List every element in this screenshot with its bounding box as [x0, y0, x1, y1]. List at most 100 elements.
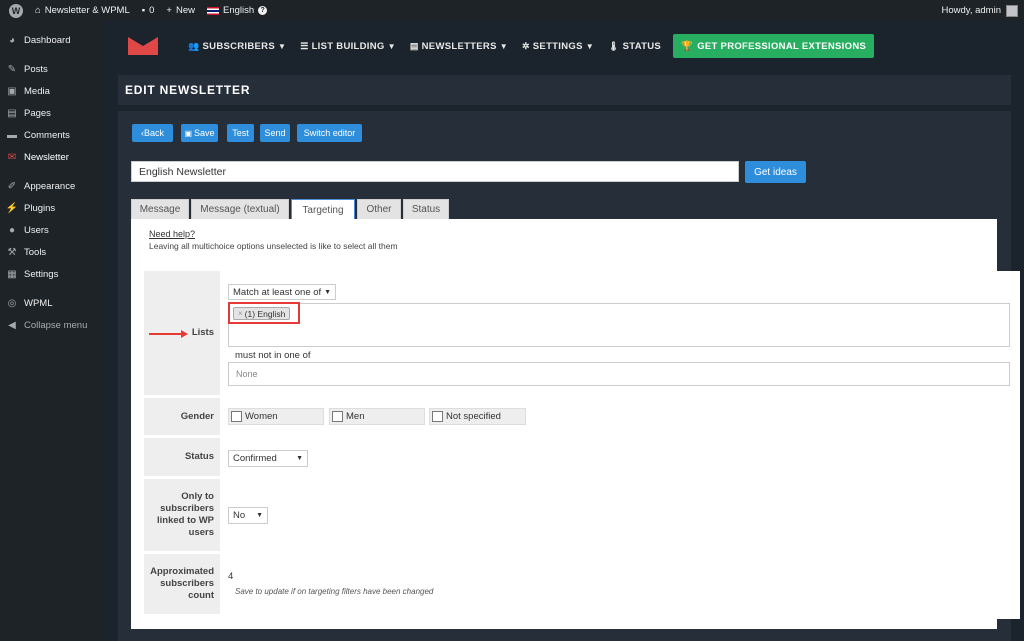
chevron-down-icon: ▼ [499, 41, 508, 51]
pro-label: GET PROFESSIONAL EXTENSIONS [697, 40, 867, 52]
avatar [1006, 4, 1018, 17]
chevron-down-icon: ▼ [277, 41, 287, 51]
howdy-text: Howdy, admin [941, 5, 1002, 16]
sidebar-item-label: Dashboard [24, 34, 71, 46]
comments-icon: ▬ [7, 129, 17, 141]
wp-users-value: No [233, 510, 246, 521]
users-icon: 👥 [188, 40, 200, 51]
tab-label: Status [411, 204, 441, 215]
sidebar-item-users[interactable]: ● Users [0, 219, 104, 241]
nav-label: SETTINGS [532, 40, 583, 52]
sidebar-item-media[interactable]: ▣ Media [0, 80, 104, 102]
site-name-link[interactable]: ⌂ Newsletter & WPML [29, 0, 136, 21]
tab-message[interactable]: Message [131, 199, 189, 219]
tab-status[interactable]: Status [403, 199, 449, 219]
save-button[interactable]: ▣ Save [181, 124, 218, 142]
sidebar-item-label: Media [24, 85, 50, 97]
match-select[interactable]: Match at least one of ▼ [228, 284, 336, 300]
sidebar-item-label: Appearance [24, 180, 76, 192]
not-in-label: must not in one of [235, 350, 311, 361]
sidebar-item-newsletter[interactable]: ✉ Newsletter [0, 146, 104, 168]
sidebar-item-label: Tools [24, 246, 47, 258]
count-label-text: Approximated subscribers count [150, 566, 214, 601]
switch-editor-button[interactable]: Switch editor [297, 124, 362, 142]
gear-icon: ✲ [521, 40, 530, 51]
tab-targeting[interactable]: Targeting [291, 199, 355, 220]
sidebar-item-comments[interactable]: ▬ Comments [0, 124, 104, 146]
newsletter-logo[interactable] [128, 37, 158, 55]
option-label: Men [346, 411, 365, 422]
chevron-down-icon: ▼ [585, 41, 594, 51]
sidebar-item-label: Comments [24, 129, 70, 141]
option-label: Not specified [446, 411, 501, 422]
chevron-down-icon: ▼ [387, 41, 396, 51]
nav-list-building[interactable]: ☰ LIST BUILDING ▼ [300, 41, 396, 52]
get-pro-extensions-button[interactable]: 🏆 GET PROFESSIONAL EXTENSIONS [673, 34, 875, 58]
lists-multiselect[interactable]: × (1) English [228, 303, 1010, 347]
need-help-link[interactable]: Need help? [149, 229, 195, 239]
tab-label: Targeting [302, 204, 344, 216]
sidebar-item-dashboard[interactable]: ◕ Dashboard [0, 29, 104, 51]
sidebar-item-posts[interactable]: ✎ Posts [0, 58, 104, 80]
nav-subscribers[interactable]: 👥 SUBSCRIBERS ▼ [188, 41, 286, 52]
wp-users-select[interactable]: No ▼ [228, 507, 268, 524]
status-select[interactable]: Confirmed ▼ [228, 450, 308, 467]
plus-icon: + [166, 5, 172, 16]
thermometer-icon: 🌡 [607, 40, 620, 51]
test-label: Test [232, 128, 249, 138]
red-arrow-head [181, 330, 188, 338]
sidebar-item-label: Plugins [24, 202, 56, 214]
red-highlight-box [228, 302, 300, 324]
new-content-menu[interactable]: + New [160, 0, 201, 21]
brush-icon: ✐ [7, 180, 17, 192]
sidebar-item-label: Posts [24, 63, 48, 75]
status-value: Confirmed [233, 453, 277, 464]
checkbox-icon [332, 411, 343, 422]
checkbox-icon [231, 411, 242, 422]
chevron-down-icon: ▼ [296, 455, 303, 462]
red-arrow [149, 333, 183, 335]
trophy-icon: 🏆 [681, 40, 694, 52]
admin-bar: W ⌂ Newsletter & WPML ▪ 0 + New English … [0, 0, 1024, 21]
switch-editor-label: Switch editor [303, 128, 356, 138]
wrench-icon: ⚒ [7, 246, 17, 258]
sidebar-item-label: Pages [24, 107, 51, 119]
not-in-placeholder: None [236, 369, 258, 379]
send-button[interactable]: Send [260, 124, 290, 142]
help-icon[interactable]: ? [258, 6, 268, 15]
comments-link[interactable]: ▪ 0 [136, 0, 161, 21]
tab-other[interactable]: Other [357, 199, 401, 219]
nav-status[interactable]: 🌡 STATUS [608, 41, 661, 52]
sidebar-item-tools[interactable]: ⚒ Tools [0, 241, 104, 263]
language-switcher[interactable]: English ? [201, 0, 273, 21]
sidebar-item-plugins[interactable]: ⚡ Plugins [0, 197, 104, 219]
subscriber-count: 4 [228, 571, 234, 582]
gender-men-checkbox[interactable]: Men [329, 408, 425, 425]
account-menu[interactable]: Howdy, admin [941, 4, 1024, 17]
count-note: Save to update if on targeting filters h… [235, 587, 434, 596]
comment-bubble-icon: ▪ [141, 5, 146, 16]
comments-count: 0 [149, 5, 155, 16]
sidebar-item-appearance[interactable]: ✐ Appearance [0, 175, 104, 197]
test-button[interactable]: Test [227, 124, 254, 142]
gender-not-specified-checkbox[interactable]: Not specified [429, 408, 526, 425]
tab-message-textual[interactable]: Message (textual) [191, 199, 289, 219]
get-ideas-button[interactable]: Get ideas [745, 161, 806, 183]
sidebar-item-pages[interactable]: ▤ Pages [0, 102, 104, 124]
nav-settings[interactable]: ✲ SETTINGS ▼ [522, 41, 594, 52]
settings-icon: ▦ [7, 268, 17, 280]
language-label: English [223, 5, 255, 16]
sidebar-item-label: Newsletter [24, 151, 69, 163]
nav-newsletters[interactable]: ▤ NEWSLETTERS ▼ [410, 41, 508, 52]
not-in-multiselect[interactable]: None [228, 362, 1010, 386]
back-button[interactable]: ‹ Back [132, 124, 173, 142]
dashboard-icon: ◕ [8, 34, 16, 46]
save-label: Save [194, 128, 215, 138]
subject-input[interactable]: English Newsletter [131, 161, 739, 182]
wp-logo-menu[interactable]: W [0, 0, 29, 21]
gender-women-checkbox[interactable]: Women [228, 408, 324, 425]
new-label: New [175, 5, 195, 16]
back-label: Back [143, 128, 164, 138]
list-icon: ☰ [300, 40, 309, 51]
status-label-text: Status [184, 451, 214, 462]
